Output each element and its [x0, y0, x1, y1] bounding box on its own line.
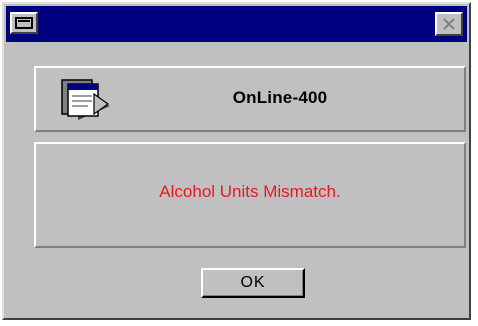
header-panel: OnLine-400: [34, 66, 466, 132]
message-panel: Alcohol Units Mismatch.: [34, 142, 466, 248]
window-icon[interactable]: [10, 12, 38, 34]
app-title: OnLine-400: [232, 88, 328, 107]
dialog-window: OnLine-400 Alcohol Units Mismatch. OK: [2, 2, 471, 320]
ok-button[interactable]: OK: [201, 268, 305, 298]
close-icon: [443, 18, 455, 30]
close-button[interactable]: [435, 12, 463, 36]
title-bar[interactable]: [6, 6, 467, 42]
error-message: Alcohol Units Mismatch.: [159, 182, 341, 201]
